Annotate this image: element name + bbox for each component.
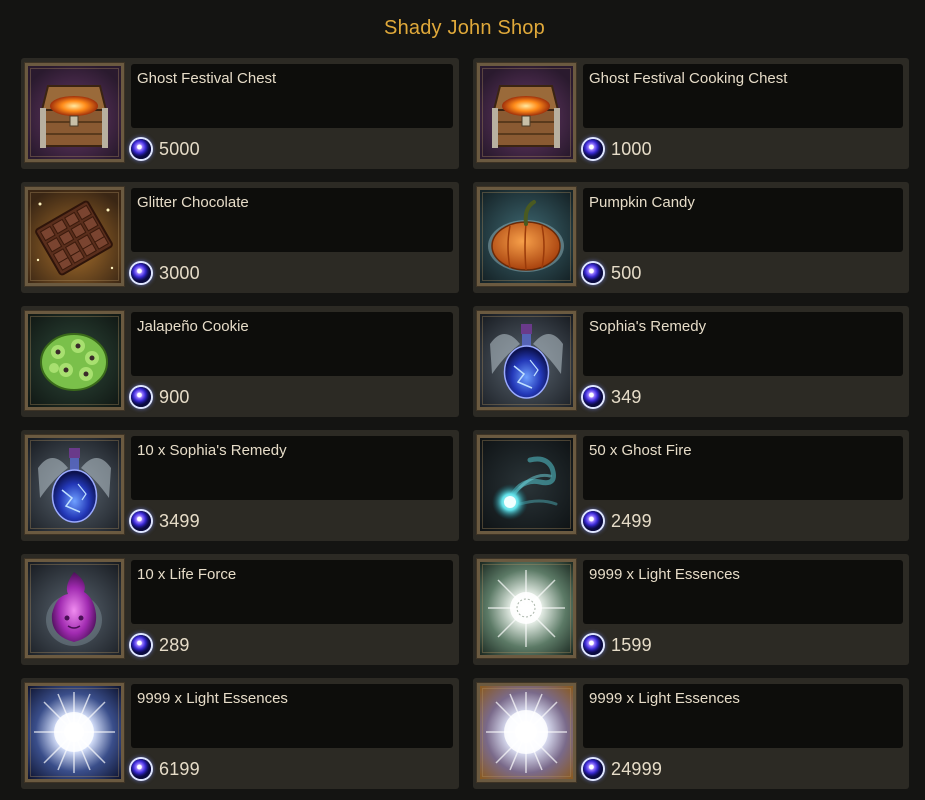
shop-item-card[interactable]: 9999 x Light Essences 24999 — [473, 678, 909, 789]
treasure-chest-icon — [24, 62, 125, 163]
item-name: 50 x Ghost Fire — [583, 436, 903, 500]
item-name: 10 x Life Force — [131, 560, 453, 624]
spirit-orb-icon — [131, 139, 151, 159]
price-value: 349 — [611, 386, 642, 407]
price-value: 900 — [159, 386, 190, 407]
shop-item-card[interactable]: Jalapeño Cookie 900 — [21, 306, 459, 417]
item-name: Ghost Festival Chest — [131, 64, 453, 128]
spirit-orb-icon — [131, 511, 151, 531]
item-name: 9999 x Light Essences — [583, 684, 903, 748]
spirit-orb-icon — [583, 139, 603, 159]
potion-icon — [476, 310, 577, 411]
item-price: 1000 — [583, 137, 652, 161]
shop-item-card[interactable]: Glitter Chocolate 3000 — [21, 182, 459, 293]
shop-item-card[interactable]: Sophia's Remedy 349 — [473, 306, 909, 417]
spirit-orb-icon — [583, 263, 603, 283]
item-price: 900 — [131, 385, 190, 409]
shop-item-card[interactable]: 10 x Sophia's Remedy 3499 — [21, 430, 459, 541]
shop-item-card[interactable]: Ghost Festival Cooking Chest 1000 — [473, 58, 909, 169]
life-force-flame-icon — [24, 558, 125, 659]
cookie-icon — [24, 310, 125, 411]
price-value: 6199 — [159, 758, 200, 779]
treasure-chest-icon — [476, 62, 577, 163]
price-value: 500 — [611, 262, 642, 283]
chocolate-bar-icon — [24, 186, 125, 287]
shop-item-card[interactable]: Pumpkin Candy 500 — [473, 182, 909, 293]
spirit-orb-icon — [131, 263, 151, 283]
potion-icon — [24, 434, 125, 535]
shop-item-card[interactable]: 50 x Ghost Fire 2499 — [473, 430, 909, 541]
item-price: 500 — [583, 261, 642, 285]
item-name: 9999 x Light Essences — [583, 560, 903, 624]
ghost-fire-icon — [476, 434, 577, 535]
item-price: 349 — [583, 385, 642, 409]
item-name: Sophia's Remedy — [583, 312, 903, 376]
price-value: 24999 — [611, 758, 663, 779]
item-price: 3499 — [131, 509, 200, 533]
price-value: 3000 — [159, 262, 200, 283]
shop-title: Shady John Shop — [384, 17, 545, 39]
price-value: 1000 — [611, 138, 652, 159]
price-value: 289 — [159, 634, 190, 655]
item-name: 9999 x Light Essences — [131, 684, 453, 748]
item-price: 2499 — [583, 509, 652, 533]
price-value: 5000 — [159, 138, 200, 159]
item-price: 1599 — [583, 633, 652, 657]
spirit-orb-icon — [583, 387, 603, 407]
light-essence-icon — [476, 682, 577, 783]
shop-item-card[interactable]: 9999 x Light Essences 1599 — [473, 554, 909, 665]
spirit-orb-icon — [131, 635, 151, 655]
price-value: 3499 — [159, 510, 200, 531]
price-value: 1599 — [611, 634, 652, 655]
item-name: Ghost Festival Cooking Chest — [583, 64, 903, 128]
item-price: 3000 — [131, 261, 200, 285]
shop-window: Shady John Shop Ghost Festival Chest 500… — [0, 0, 925, 800]
pumpkin-icon — [476, 186, 577, 287]
item-price: 24999 — [583, 757, 662, 781]
light-essence-icon — [24, 682, 125, 783]
item-price: 289 — [131, 633, 190, 657]
spirit-orb-icon — [583, 759, 603, 779]
item-name: Pumpkin Candy — [583, 188, 903, 252]
shop-item-grid: Ghost Festival Chest 5000 Ghost Festival… — [21, 58, 909, 789]
spirit-orb-icon — [131, 387, 151, 407]
shop-item-card[interactable]: 10 x Life Force 289 — [21, 554, 459, 665]
spirit-orb-icon — [131, 759, 151, 779]
spirit-orb-icon — [583, 635, 603, 655]
item-price: 6199 — [131, 757, 200, 781]
price-value: 2499 — [611, 510, 652, 531]
shop-item-card[interactable]: Ghost Festival Chest 5000 — [21, 58, 459, 169]
item-name: 10 x Sophia's Remedy — [131, 436, 453, 500]
light-essence-icon — [476, 558, 577, 659]
item-name: Jalapeño Cookie — [131, 312, 453, 376]
item-name: Glitter Chocolate — [131, 188, 453, 252]
item-price: 5000 — [131, 137, 200, 161]
spirit-orb-icon — [583, 511, 603, 531]
shop-item-card[interactable]: 9999 x Light Essences 6199 — [21, 678, 459, 789]
